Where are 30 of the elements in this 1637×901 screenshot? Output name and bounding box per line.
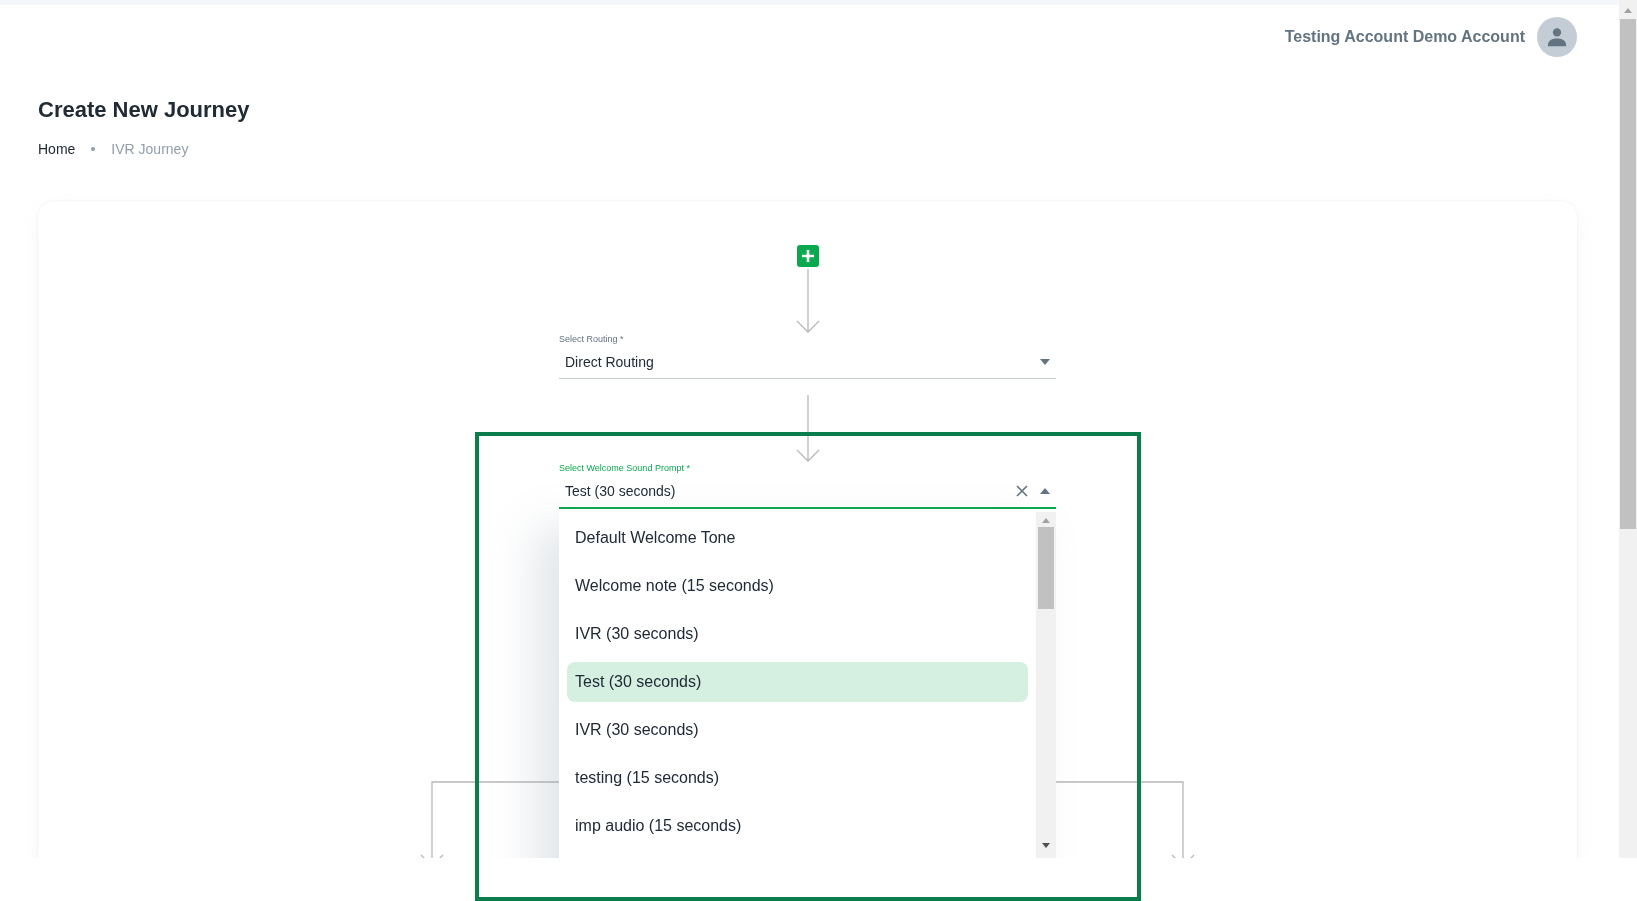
dropdown-option[interactable]: IVR (30 seconds) — [567, 710, 1028, 750]
dropdown-option[interactable]: testing (15 seconds) — [567, 758, 1028, 798]
arrow-connector — [794, 395, 821, 463]
scroll-up-icon[interactable] — [1042, 518, 1050, 523]
field-label: Select Routing * — [559, 334, 624, 344]
arrow-connector — [794, 269, 821, 334]
scroll-up-icon[interactable] — [1624, 8, 1632, 13]
user-name: Testing Account Demo Account — [1284, 28, 1525, 46]
person-icon — [1546, 26, 1568, 48]
dropdown-option[interactable]: imp audio (15 seconds) — [567, 806, 1028, 846]
page-title: Create New Journey — [38, 97, 251, 123]
add-button[interactable] — [796, 245, 819, 267]
page-scrollbar[interactable] — [1619, 0, 1637, 858]
caret-icon[interactable] — [1040, 359, 1050, 365]
field-label: Select Welcome Sound Prompt * — [559, 463, 690, 473]
routing-select[interactable]: Direct Routing — [559, 354, 1056, 379]
dropdown-option[interactable]: Test (30 seconds) — [567, 662, 1028, 702]
breadcrumb-link[interactable]: Home — [38, 141, 76, 157]
dropdown-option[interactable]: Welcome note (15 seconds) — [567, 566, 1028, 606]
plus-icon — [800, 249, 815, 263]
avatar[interactable] — [1537, 17, 1577, 57]
scroll-down-icon[interactable] — [1042, 843, 1050, 848]
scrollbar-thumb[interactable] — [1620, 19, 1636, 529]
list-scrollbar[interactable] — [1036, 512, 1056, 858]
caret-icon[interactable] — [1040, 488, 1050, 494]
sound-prompt-select[interactable]: Test (30 seconds) — [559, 483, 1056, 509]
scrollbar-thumb[interactable] — [1038, 527, 1054, 609]
dropdown-option[interactable]: IVR (30 seconds) — [567, 614, 1028, 654]
dropdown-option[interactable]: Default Welcome Tone — [567, 518, 1028, 558]
clear-icon[interactable] — [1016, 485, 1028, 497]
